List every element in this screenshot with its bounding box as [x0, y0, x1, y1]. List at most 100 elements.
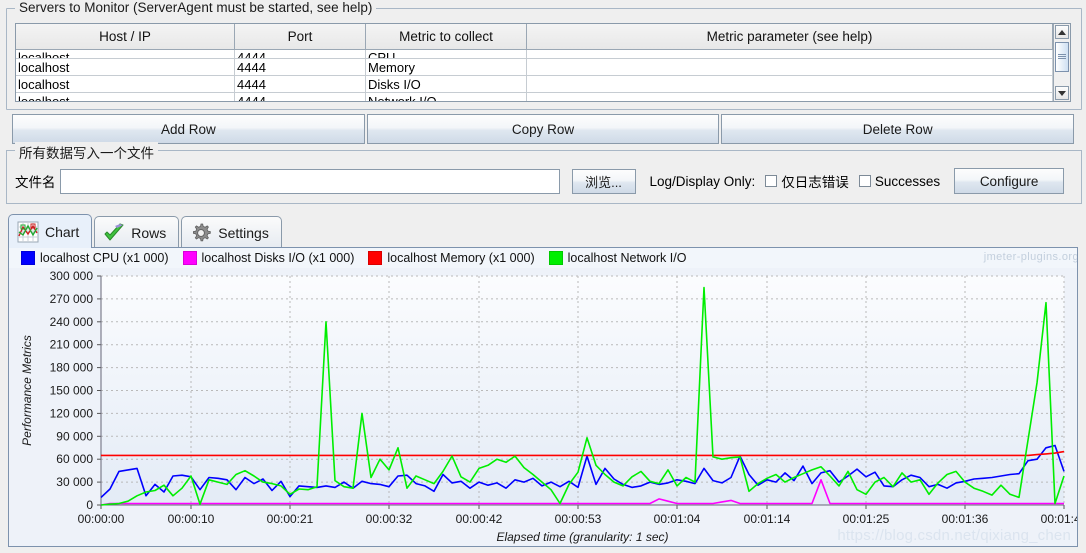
cell-port[interactable]: 4444	[234, 49, 366, 59]
cell-port[interactable]: 4444	[234, 92, 366, 101]
cell-port[interactable]: 4444	[234, 75, 366, 93]
chart-svg: 0 30 000 60 000 90 000 120 000 150 000 180 000…	[9, 268, 1077, 546]
configure-button[interactable]: Configure	[954, 168, 1065, 194]
legend-swatch-cpu	[21, 251, 35, 265]
browse-button[interactable]: 浏览...	[571, 168, 636, 194]
cell-metric[interactable]: Network I/O	[365, 92, 527, 101]
servers-table: Host / IP Port Metric to collect Metric …	[16, 24, 1053, 101]
log-display-only-label: Log/Display Only:	[649, 173, 756, 189]
cell-host[interactable]: localhost	[16, 49, 235, 59]
legend-swatch-memory	[368, 251, 383, 265]
tab-bar: Chart Rows Settings	[8, 214, 284, 248]
cell-metric-parameter[interactable]	[526, 92, 1053, 101]
svg-text:00:00:32: 00:00:32	[366, 512, 413, 526]
svg-text:00:00:42: 00:00:42	[456, 512, 503, 526]
svg-text:00:01:36: 00:01:36	[942, 512, 989, 526]
servers-table-viewport: Host / IP Port Metric to collect Metric …	[16, 24, 1053, 101]
row-actions-toolbar: Add Row Copy Row Delete Row	[12, 114, 1075, 144]
delete-row-button[interactable]: Delete Row	[721, 114, 1075, 144]
cell-metric-parameter[interactable]	[526, 58, 1053, 76]
table-row[interactable]: localhost 4444 CPU	[16, 49, 1053, 59]
svg-text:00:01:04: 00:01:04	[654, 512, 701, 526]
svg-text:00:00:00: 00:00:00	[78, 512, 125, 526]
svg-text:120 000: 120 000	[50, 406, 94, 420]
legend-item-network-io[interactable]: localhost Network I/O	[548, 251, 687, 265]
tab-chart[interactable]: Chart	[8, 214, 93, 248]
successes-label: Successes	[874, 173, 941, 189]
column-header-metric[interactable]: Metric to collect	[365, 24, 527, 50]
legend-item-disks-io[interactable]: localhost Disks I/O (x1 000)	[182, 251, 355, 265]
servers-table-scrollbar[interactable]	[1053, 24, 1070, 101]
column-header-host[interactable]: Host / IP	[16, 24, 235, 50]
legend-item-memory[interactable]: localhost Memory (x1 000)	[368, 251, 535, 265]
chart-panel: localhost CPU (x1 000) localhost Disks I…	[8, 247, 1078, 547]
svg-text:180 000: 180 000	[50, 361, 94, 375]
servers-to-monitor-group: Servers to Monitor (ServerAgent must be …	[6, 0, 1082, 110]
svg-text:60 000: 60 000	[56, 452, 93, 466]
write-all-data-group: 所有数据写入一个文件 文件名 浏览... Log/Display Only: 仅…	[6, 142, 1082, 204]
legend-label-cpu: localhost CPU (x1 000)	[40, 251, 169, 265]
legend-item-cpu[interactable]: localhost CPU (x1 000)	[21, 251, 169, 265]
svg-text:90 000: 90 000	[56, 429, 93, 443]
cell-metric[interactable]: Disks I/O	[365, 75, 527, 93]
cell-host[interactable]: localhost	[16, 58, 235, 76]
gear-icon	[190, 222, 212, 244]
scroll-up-button[interactable]	[1055, 25, 1069, 39]
grip-icon	[1058, 54, 1066, 60]
cell-metric-parameter[interactable]	[526, 49, 1053, 59]
svg-text:0: 0	[86, 498, 93, 512]
chart-legend: localhost CPU (x1 000) localhost Disks I…	[9, 248, 1078, 268]
svg-text:00:01:14: 00:01:14	[744, 512, 791, 526]
legend-swatch-disks-io	[182, 251, 197, 265]
cell-metric-parameter[interactable]	[526, 75, 1053, 93]
legend-label-disks-io: localhost Disks I/O (x1 000)	[201, 251, 355, 265]
csdn-watermark: https://blog.csdn.net/qixiang_chen	[837, 527, 1071, 544]
cell-host[interactable]: localhost	[16, 92, 235, 101]
cell-metric[interactable]: CPU	[365, 49, 527, 59]
svg-text:300 000: 300 000	[50, 269, 94, 283]
tab-settings-label: Settings	[218, 224, 269, 241]
legend-swatch-network-io	[548, 251, 563, 265]
svg-text:240 000: 240 000	[50, 315, 94, 329]
legend-label-network-io: localhost Network I/O	[567, 251, 687, 265]
scrollbar-thumb[interactable]	[1055, 42, 1069, 72]
cell-port[interactable]: 4444	[234, 58, 366, 76]
table-row[interactable]: localhost 4444 Disks I/O	[16, 75, 1053, 93]
tab-rows[interactable]: Rows	[94, 216, 180, 248]
add-row-button[interactable]: Add Row	[12, 114, 365, 144]
svg-text:00:01:47: 00:01:47	[1041, 512, 1077, 526]
errors-only-checkbox[interactable]: 仅日志错误	[765, 171, 849, 191]
svg-text:00:00:21: 00:00:21	[267, 512, 314, 526]
tab-settings[interactable]: Settings	[181, 216, 282, 248]
svg-text:30 000: 30 000	[56, 475, 93, 489]
column-header-metric-parameter[interactable]: Metric parameter (see help)	[526, 24, 1053, 50]
copy-row-button[interactable]: Copy Row	[366, 114, 720, 144]
checkbox-box-icon[interactable]	[765, 175, 778, 187]
svg-text:210 000: 210 000	[50, 338, 94, 352]
column-header-port[interactable]: Port	[234, 24, 366, 50]
filename-label: 文件名	[15, 175, 56, 190]
errors-only-label: 仅日志错误	[781, 175, 849, 190]
table-row[interactable]: localhost 4444 Network I/O	[16, 92, 1053, 101]
filename-input[interactable]	[59, 168, 560, 194]
svg-text:270 000: 270 000	[50, 292, 94, 306]
green-check-icon	[103, 222, 125, 244]
svg-text:00:00:10: 00:00:10	[168, 512, 215, 526]
servers-table-wrapper: Host / IP Port Metric to collect Metric …	[15, 23, 1071, 102]
cell-host[interactable]: localhost	[16, 75, 235, 93]
tab-chart-label: Chart	[45, 223, 80, 240]
write-all-data-title: 所有数据写入一个文件	[15, 142, 158, 162]
chart-plot-area: 0 30 000 60 000 90 000 120 000 150 000 180 000…	[9, 268, 1077, 546]
triangle-up-icon	[1058, 29, 1066, 35]
file-output-row: 文件名 浏览... Log/Display Only: 仅日志错误 Succes…	[15, 167, 1065, 195]
table-row[interactable]: localhost 4444 Memory	[16, 58, 1053, 76]
scroll-down-button[interactable]	[1055, 86, 1069, 100]
jmeter-plugins-watermark: jmeter-plugins.org	[983, 251, 1078, 263]
cell-metric[interactable]: Memory	[365, 58, 527, 76]
svg-text:Elapsed time (granularity: 1 s: Elapsed time (granularity: 1 sec)	[496, 530, 668, 544]
line-chart-icon	[17, 221, 39, 243]
table-header-row: Host / IP Port Metric to collect Metric …	[16, 24, 1053, 50]
successes-checkbox[interactable]: Successes	[858, 173, 941, 189]
svg-text:150 000: 150 000	[50, 384, 94, 398]
checkbox-box-icon[interactable]	[858, 175, 871, 187]
